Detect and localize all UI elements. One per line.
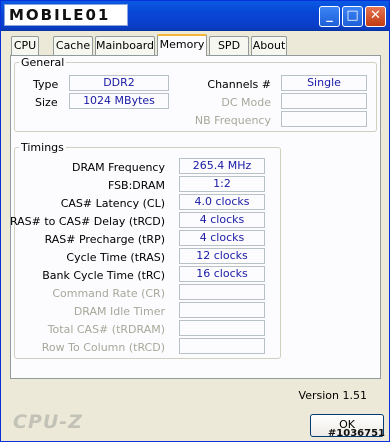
timing-value <box>179 320 265 336</box>
maximize-button[interactable]: □ <box>342 6 363 27</box>
version-label: Version 1.51 <box>298 389 367 402</box>
channels-value: Single <box>281 75 367 91</box>
timing-value <box>179 302 265 318</box>
memory-panel: General Type DDR2 Size 1024 MBytes Chann… <box>10 55 381 379</box>
general-legend: General <box>21 56 65 69</box>
timing-label: Total CAS# (tRDRAM) <box>47 323 165 336</box>
timing-label: DRAM Frequency <box>71 161 165 174</box>
timing-value <box>179 284 265 300</box>
tab-mainboard[interactable]: Mainboard <box>95 36 155 55</box>
close-button[interactable]: ✕ <box>365 6 386 27</box>
timing-label: Command Rate (CR) <box>52 287 165 300</box>
tab-about[interactable]: About <box>251 36 287 55</box>
dc-mode-value <box>281 93 367 109</box>
timing-label: CAS# Latency (CL) <box>60 197 165 210</box>
tab-cache[interactable]: Cache <box>53 36 93 55</box>
timing-value: 265.4 MHz <box>179 158 265 174</box>
size-value: 1024 MBytes <box>69 93 169 109</box>
timing-label: RAS# Precharge (tRP) <box>44 233 165 246</box>
timing-value <box>179 338 265 354</box>
tab-spd[interactable]: SPD <box>209 36 249 55</box>
size-label: Size <box>35 96 58 109</box>
nb-frequency-label: NB Frequency <box>194 114 271 127</box>
cpuz-brand: CPU-Z <box>13 411 83 433</box>
timing-label: Cycle Time (tRAS) <box>66 251 165 264</box>
timing-value: 16 clocks <box>179 266 265 282</box>
timing-value: 12 clocks <box>179 248 265 264</box>
nb-frequency-value <box>281 111 367 127</box>
dc-mode-label: DC Mode <box>221 96 271 109</box>
timing-value: 4 clocks <box>179 230 265 246</box>
cpuz-window: MOBILE01 _ □ ✕ CPU Cache Mainboard Memor… <box>0 0 390 442</box>
title-bar[interactable]: MOBILE01 _ □ ✕ <box>1 1 389 31</box>
type-value: DDR2 <box>69 75 169 91</box>
timing-value: 4 clocks <box>179 212 265 228</box>
timings-legend: Timings <box>21 141 64 154</box>
mobile01-logo: MOBILE01 <box>4 4 128 26</box>
minimize-button[interactable]: _ <box>319 6 340 27</box>
tab-cpu[interactable]: CPU <box>11 36 39 55</box>
watermark-text: #1036751 <box>327 428 385 439</box>
tab-memory[interactable]: Memory <box>157 34 207 56</box>
timing-label: DRAM Idle Timer <box>73 305 165 318</box>
timing-label: Row To Column (tRCD) <box>41 341 165 354</box>
timing-label: FSB:DRAM <box>107 179 165 192</box>
channels-label: Channels # <box>207 78 271 91</box>
type-label: Type <box>33 78 59 91</box>
timing-label: RAS# to CAS# Delay (tRCD) <box>9 215 165 228</box>
timing-value: 1:2 <box>179 176 265 192</box>
timing-value: 4.0 clocks <box>179 194 265 210</box>
timing-label: Bank Cycle Time (tRC) <box>42 269 165 282</box>
